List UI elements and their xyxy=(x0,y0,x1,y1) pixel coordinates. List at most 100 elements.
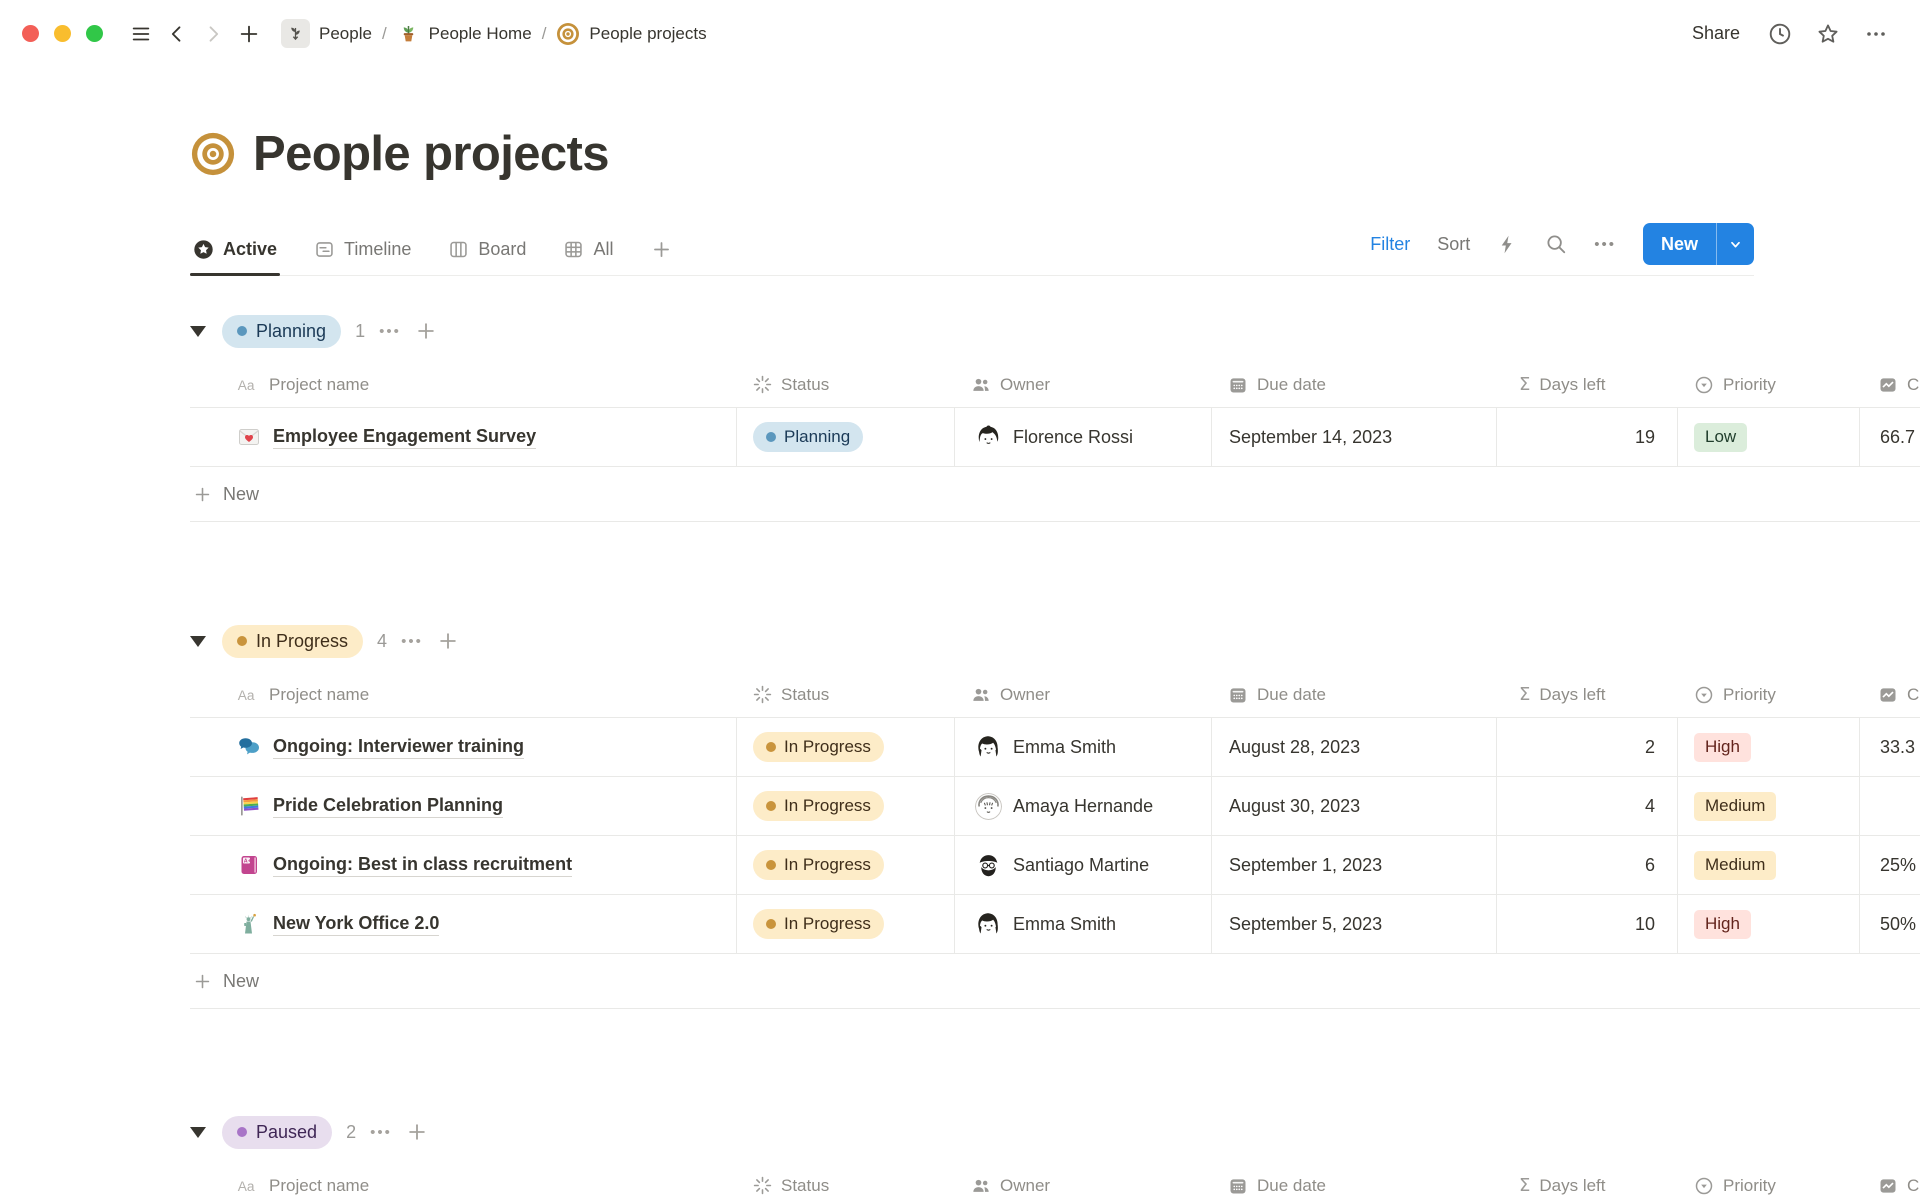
column-header-due-date[interactable]: Due date xyxy=(1212,685,1497,705)
sort-button[interactable]: Sort xyxy=(1437,234,1470,255)
owner-cell[interactable]: Emma Smith xyxy=(955,718,1212,776)
status-spinner-icon xyxy=(753,685,772,704)
project-name-link[interactable]: Ongoing: Best in class recruitment xyxy=(273,854,572,877)
owner-cell[interactable]: Emma Smith xyxy=(955,895,1212,953)
filter-button[interactable]: Filter xyxy=(1370,234,1410,255)
project-name-link[interactable]: New York Office 2.0 xyxy=(273,913,439,936)
column-header-priority[interactable]: Priority xyxy=(1678,375,1860,395)
project-name-cell[interactable]: Employee Engagement Survey xyxy=(190,408,737,466)
project-name-cell[interactable]: Pride Celebration Planning xyxy=(190,777,737,835)
column-header-project-name[interactable]: Aa Project name xyxy=(190,1176,737,1196)
breadcrumb-item-people-projects[interactable]: People projects xyxy=(548,18,714,50)
group-add-button[interactable] xyxy=(406,1121,428,1143)
column-header-completion[interactable]: C xyxy=(1860,375,1920,395)
add-view-button[interactable] xyxy=(647,227,676,275)
share-button[interactable]: Share xyxy=(1682,18,1750,49)
status-pill: Planning xyxy=(753,422,863,452)
text-property-icon: Aa xyxy=(236,1176,260,1196)
tab-board[interactable]: Board xyxy=(445,227,529,275)
favorite-button[interactable] xyxy=(1810,16,1846,52)
column-header-owner[interactable]: Owner xyxy=(955,375,1212,395)
group-options-button[interactable]: ••• xyxy=(379,323,401,340)
column-header-days-left[interactable]: Σ Days left xyxy=(1497,1175,1678,1196)
due-date-cell[interactable]: September 5, 2023 xyxy=(1212,895,1497,953)
group-status-pill[interactable]: Paused xyxy=(222,1116,332,1149)
column-header-days-left[interactable]: Σ Days left xyxy=(1497,684,1678,705)
new-page-button[interactable] xyxy=(231,16,267,52)
forward-button[interactable] xyxy=(195,16,231,52)
group-status-pill[interactable]: Planning xyxy=(222,315,341,348)
new-record-button[interactable]: New xyxy=(1643,223,1716,265)
breadcrumb-item-people[interactable]: People xyxy=(273,15,380,52)
group-add-button[interactable] xyxy=(437,630,459,652)
status-cell[interactable]: In Progress xyxy=(737,836,955,894)
priority-cell[interactable]: Medium xyxy=(1678,836,1860,894)
page-title[interactable]: People projects xyxy=(253,126,609,182)
column-header-status[interactable]: Status xyxy=(737,1176,955,1196)
column-header-project-name[interactable]: Aa Project name xyxy=(190,685,737,705)
group-status-pill[interactable]: In Progress xyxy=(222,625,363,658)
tab-all[interactable]: All xyxy=(560,227,616,275)
priority-cell[interactable]: High xyxy=(1678,895,1860,953)
new-row-button[interactable]: New xyxy=(190,954,1920,1009)
status-cell[interactable]: Planning xyxy=(737,408,955,466)
avatar xyxy=(975,852,1002,879)
new-record-dropdown[interactable] xyxy=(1716,223,1754,265)
due-date-cell[interactable]: September 1, 2023 xyxy=(1212,836,1497,894)
sidebar-toggle-button[interactable] xyxy=(123,16,159,52)
priority-tag: Medium xyxy=(1694,851,1776,880)
column-header-priority[interactable]: Priority xyxy=(1678,1176,1860,1196)
collapse-triangle-icon[interactable] xyxy=(190,636,206,647)
lightning-bolt-icon[interactable] xyxy=(1497,234,1518,255)
project-name-cell[interactable]: New York Office 2.0 xyxy=(190,895,737,953)
zoom-window-button[interactable] xyxy=(86,25,103,42)
column-header-status[interactable]: Status xyxy=(737,375,955,395)
owner-cell[interactable]: Amaya Hernande xyxy=(955,777,1212,835)
column-header-days-left[interactable]: Σ Days left xyxy=(1497,374,1678,395)
column-header-completion[interactable]: C xyxy=(1860,685,1920,705)
project-name-cell[interactable]: A+ Ongoing: Best in class recruitment xyxy=(190,836,737,894)
priority-cell[interactable]: Low xyxy=(1678,408,1860,466)
new-row-button[interactable]: New xyxy=(190,467,1920,522)
priority-cell[interactable]: High xyxy=(1678,718,1860,776)
close-window-button[interactable] xyxy=(22,25,39,42)
status-spinner-icon xyxy=(753,375,772,394)
more-options-button[interactable] xyxy=(1858,16,1894,52)
love-letter-icon xyxy=(236,425,261,450)
due-date-cell[interactable]: August 28, 2023 xyxy=(1212,718,1497,776)
column-header-priority[interactable]: Priority xyxy=(1678,685,1860,705)
project-name-cell[interactable]: Ongoing: Interviewer training xyxy=(190,718,737,776)
collapse-triangle-icon[interactable] xyxy=(190,326,206,337)
owner-cell[interactable]: Santiago Martine xyxy=(955,836,1212,894)
breadcrumb-item-people-home[interactable]: People Home xyxy=(389,18,540,49)
column-header-due-date[interactable]: Due date xyxy=(1212,375,1497,395)
column-header-completion[interactable]: C xyxy=(1860,1176,1920,1196)
column-header-owner[interactable]: Owner xyxy=(955,685,1212,705)
due-date-cell[interactable]: August 30, 2023 xyxy=(1212,777,1497,835)
project-name-link[interactable]: Employee Engagement Survey xyxy=(273,426,536,449)
status-cell[interactable]: In Progress xyxy=(737,895,955,953)
column-header-project-name[interactable]: Aa Project name xyxy=(190,375,737,395)
tab-timeline[interactable]: Timeline xyxy=(311,227,414,275)
group-add-button[interactable] xyxy=(415,320,437,342)
collapse-triangle-icon[interactable] xyxy=(190,1127,206,1138)
back-button[interactable] xyxy=(159,16,195,52)
group-options-button[interactable]: ••• xyxy=(370,1124,392,1141)
search-icon[interactable] xyxy=(1545,233,1567,255)
project-name-link[interactable]: Ongoing: Interviewer training xyxy=(273,736,524,759)
column-header-due-date[interactable]: Due date xyxy=(1212,1176,1497,1196)
column-header-status[interactable]: Status xyxy=(737,685,955,705)
owner-cell[interactable]: Florence Rossi xyxy=(955,408,1212,466)
view-options-button[interactable]: ••• xyxy=(1594,236,1616,253)
minimize-window-button[interactable] xyxy=(54,25,71,42)
target-icon[interactable] xyxy=(190,131,236,177)
status-cell[interactable]: In Progress xyxy=(737,718,955,776)
project-name-link[interactable]: Pride Celebration Planning xyxy=(273,795,503,818)
status-cell[interactable]: In Progress xyxy=(737,777,955,835)
group-options-button[interactable]: ••• xyxy=(401,633,423,650)
updates-button[interactable] xyxy=(1762,16,1798,52)
tab-active[interactable]: Active xyxy=(190,227,280,275)
priority-cell[interactable]: Medium xyxy=(1678,777,1860,835)
column-header-owner[interactable]: Owner xyxy=(955,1176,1212,1196)
due-date-cell[interactable]: September 14, 2023 xyxy=(1212,408,1497,466)
